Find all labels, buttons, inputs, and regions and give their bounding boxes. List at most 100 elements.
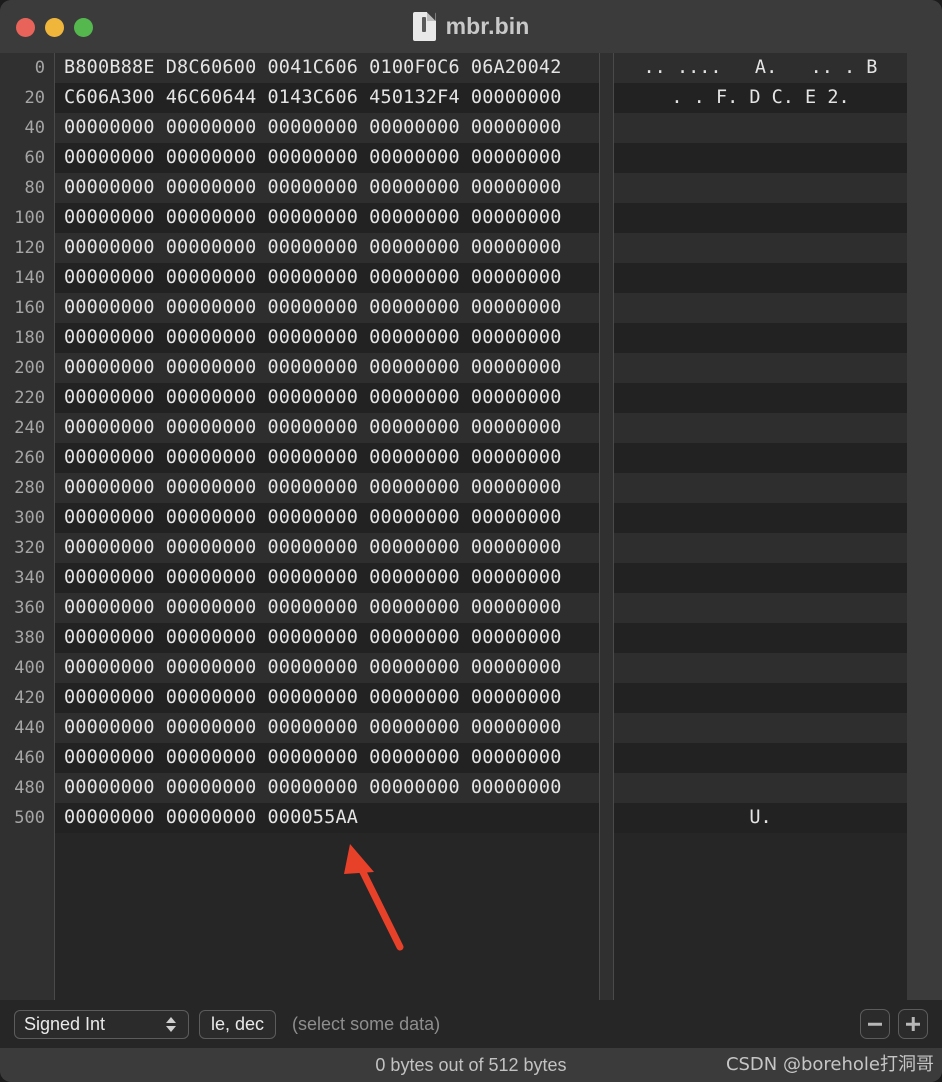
hex-group[interactable]: 00000000 xyxy=(64,267,155,288)
hex-group[interactable]: 00000000 xyxy=(267,687,358,708)
hex-group[interactable]: 00000000 xyxy=(267,297,358,318)
hex-row[interactable]: 00000000 00000000 00000000 00000000 00000000 xyxy=(55,713,599,743)
minimize-button[interactable] xyxy=(45,18,64,37)
hex-group[interactable]: 00000000 xyxy=(64,627,155,648)
hex-row[interactable]: 00000000 00000000 00000000 00000000 00000000 xyxy=(55,203,599,233)
ascii-row[interactable] xyxy=(614,503,907,533)
hex-group[interactable]: 00000000 xyxy=(64,297,155,318)
hex-group[interactable]: 00000000 xyxy=(166,657,257,678)
hex-group[interactable]: 00000000 xyxy=(369,357,460,378)
hex-row[interactable]: 00000000 00000000 00000000 00000000 00000000 xyxy=(55,383,599,413)
ascii-row[interactable]: U. xyxy=(614,803,907,833)
ascii-row[interactable] xyxy=(614,383,907,413)
hex-group[interactable]: 00000000 xyxy=(471,177,562,198)
hex-group[interactable]: 00000000 xyxy=(166,777,257,798)
hex-group[interactable]: 00000000 xyxy=(267,537,358,558)
hex-group[interactable]: 00000000 xyxy=(166,747,257,768)
hex-group[interactable]: 00000000 xyxy=(267,207,358,228)
hex-group[interactable]: 00000000 xyxy=(369,447,460,468)
ascii-row[interactable] xyxy=(614,143,907,173)
ascii-row[interactable] xyxy=(614,623,907,653)
ascii-row[interactable]: . . F. D C. E 2. xyxy=(614,83,907,113)
hex-group[interactable]: 00000000 xyxy=(166,507,257,528)
hex-row[interactable]: 00000000 00000000 00000000 00000000 00000000 xyxy=(55,473,599,503)
hex-group[interactable]: 00000000 xyxy=(369,177,460,198)
close-button[interactable] xyxy=(16,18,35,37)
hex-row[interactable]: 00000000 00000000 00000000 00000000 00000000 xyxy=(55,353,599,383)
hex-group[interactable]: 00000000 xyxy=(369,687,460,708)
hex-group[interactable]: 00000000 xyxy=(64,687,155,708)
hex-group[interactable]: 00000000 xyxy=(64,387,155,408)
hex-group[interactable]: 00000000 xyxy=(64,447,155,468)
hex-group[interactable]: 00000000 xyxy=(471,627,562,648)
hex-group[interactable]: 06A20042 xyxy=(471,57,562,78)
hex-group[interactable]: 00000000 xyxy=(267,567,358,588)
hex-group[interactable]: 00000000 xyxy=(64,417,155,438)
hex-group[interactable]: 00000000 xyxy=(471,747,562,768)
hex-group[interactable]: 00000000 xyxy=(267,147,358,168)
hex-row[interactable]: 00000000 00000000 00000000 00000000 00000000 xyxy=(55,443,599,473)
hex-row[interactable]: 00000000 00000000 00000000 00000000 00000000 xyxy=(55,323,599,353)
hex-group[interactable]: 00000000 xyxy=(64,657,155,678)
hex-group[interactable]: 0143C606 xyxy=(267,87,358,108)
ascii-row[interactable] xyxy=(614,773,907,803)
hex-group[interactable]: 00000000 xyxy=(369,387,460,408)
hex-group[interactable]: 00000000 xyxy=(64,207,155,228)
hex-group[interactable]: 00000000 xyxy=(267,177,358,198)
hex-row[interactable]: 00000000 00000000 00000000 00000000 00000000 xyxy=(55,173,599,203)
hex-group[interactable]: 00000000 xyxy=(471,777,562,798)
hex-group[interactable]: 00000000 xyxy=(471,297,562,318)
hex-group[interactable]: 00000000 xyxy=(267,327,358,348)
hex-row[interactable]: 00000000 00000000 00000000 00000000 00000000 xyxy=(55,683,599,713)
ascii-row[interactable] xyxy=(614,563,907,593)
ascii-row[interactable]: .. .... A. .. . B xyxy=(614,53,907,83)
hex-group[interactable]: 00000000 xyxy=(64,507,155,528)
hex-group[interactable]: 00000000 xyxy=(166,117,257,138)
endianness-format-button[interactable]: le, dec xyxy=(199,1009,277,1039)
hex-row[interactable]: 00000000 00000000 00000000 00000000 00000000 xyxy=(55,503,599,533)
hex-group[interactable]: 00000000 xyxy=(369,477,460,498)
hex-group[interactable]: 00000000 xyxy=(369,297,460,318)
hex-group[interactable]: B800B88E xyxy=(64,57,155,78)
hex-group[interactable]: 46C60644 xyxy=(166,87,257,108)
hex-group[interactable]: 00000000 xyxy=(369,117,460,138)
panel-divider-scrollbar[interactable] xyxy=(599,53,614,1000)
hex-group[interactable]: 00000000 xyxy=(369,237,460,258)
hex-group[interactable]: 00000000 xyxy=(166,237,257,258)
hex-group[interactable]: 00000000 xyxy=(267,477,358,498)
hex-group[interactable]: 00000000 xyxy=(166,717,257,738)
hex-group[interactable]: 00000000 xyxy=(267,777,358,798)
hex-group[interactable]: 00000000 xyxy=(267,387,358,408)
hex-group[interactable]: 00000000 xyxy=(369,417,460,438)
hex-row[interactable]: 00000000 00000000 00000000 00000000 00000000 xyxy=(55,563,599,593)
maximize-button[interactable] xyxy=(74,18,93,37)
ascii-column[interactable]: .. .... A. .. . B. . F. D C. E 2. U. xyxy=(614,53,907,1000)
hex-group[interactable]: 00000000 xyxy=(166,537,257,558)
hex-group[interactable]: 00000000 xyxy=(471,237,562,258)
ascii-row[interactable] xyxy=(614,173,907,203)
hex-group[interactable]: 00000000 xyxy=(471,507,562,528)
hex-group[interactable]: 00000000 xyxy=(166,267,257,288)
hex-group[interactable]: 00000000 xyxy=(369,657,460,678)
hex-group[interactable]: 00000000 xyxy=(471,117,562,138)
hex-group[interactable]: 00000000 xyxy=(471,717,562,738)
hex-group[interactable]: 00000000 xyxy=(267,747,358,768)
hex-row[interactable]: 00000000 00000000 00000000 00000000 00000000 xyxy=(55,413,599,443)
hex-group[interactable]: 00000000 xyxy=(471,567,562,588)
zoom-in-button[interactable] xyxy=(898,1009,928,1039)
ascii-row[interactable] xyxy=(614,113,907,143)
ascii-row[interactable] xyxy=(614,443,907,473)
ascii-row[interactable] xyxy=(614,293,907,323)
hex-group[interactable]: 00000000 xyxy=(267,117,358,138)
hex-group[interactable]: 00000000 xyxy=(166,627,257,648)
ascii-row[interactable] xyxy=(614,593,907,623)
hex-group[interactable]: 00000000 xyxy=(64,237,155,258)
hex-group[interactable]: 00000000 xyxy=(64,717,155,738)
ascii-row[interactable] xyxy=(614,323,907,353)
hex-group[interactable]: 00000000 xyxy=(471,417,562,438)
hex-group[interactable]: 00000000 xyxy=(166,357,257,378)
hex-group[interactable]: 00000000 xyxy=(471,87,562,108)
hex-group[interactable]: 00000000 xyxy=(471,687,562,708)
hex-column[interactable]: B800B88E D8C60600 0041C606 0100F0C6 06A20042… xyxy=(54,53,599,1000)
hex-group[interactable]: 00000000 xyxy=(369,627,460,648)
